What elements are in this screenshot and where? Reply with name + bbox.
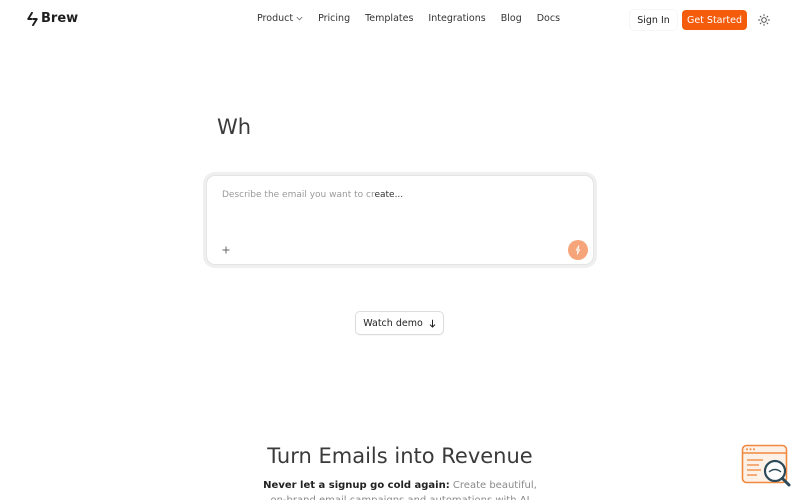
nav-item-docs[interactable]: Docs — [537, 13, 560, 24]
site-header: Brew Product Pricing Templates Integrati… — [0, 0, 800, 40]
section-description: Never let a signup go cold again: Create… — [255, 478, 545, 500]
browser-search-icon — [741, 444, 791, 487]
page: Brew Product Pricing Templates Integrati… — [0, 0, 800, 500]
theme-toggle[interactable] — [756, 12, 772, 28]
nav-item-product[interactable]: Product — [257, 13, 303, 24]
submit-prompt-button[interactable] — [568, 240, 588, 260]
prompt-box: Describe the email you want to create... — [203, 172, 597, 268]
watch-demo-button[interactable]: Watch demo — [355, 311, 444, 335]
section-title: Turn Emails into Revenue — [267, 444, 533, 468]
prompt-inner: Describe the email you want to create... — [206, 175, 594, 265]
nav-item-label: Integrations — [428, 13, 486, 24]
nav-item-label: Product — [257, 13, 294, 24]
sparkle-icon — [575, 245, 581, 255]
brew-logo-icon — [27, 11, 38, 26]
nav-item-pricing[interactable]: Pricing — [318, 13, 350, 24]
nav-item-label: Docs — [536, 13, 561, 24]
floating-search-widget[interactable] — [741, 444, 793, 490]
arrow-down-icon — [429, 319, 436, 328]
nav-item-templates[interactable]: Templates — [365, 13, 413, 24]
nav-item-blog[interactable]: Blog — [501, 13, 522, 24]
sign-in-button[interactable]: Sign In — [630, 10, 677, 30]
email-prompt-input[interactable] — [222, 190, 582, 230]
brand-name: Brew — [41, 11, 79, 26]
nav-item-label: Pricing — [318, 13, 351, 24]
hero-heading: Wh — [217, 115, 252, 139]
nav-item-label: Templates — [365, 13, 414, 24]
get-started-button[interactable]: Get Started — [682, 10, 747, 30]
nav-item-label: Blog — [500, 13, 522, 24]
watch-demo-label: Watch demo — [363, 317, 423, 329]
section-desc-strong: Never let a signup go cold again: — [263, 480, 450, 491]
attach-button[interactable] — [220, 244, 232, 256]
main-nav: Product Pricing Templates Integrations B… — [257, 13, 560, 24]
brand-logo[interactable]: Brew — [27, 11, 78, 26]
plus-icon — [222, 246, 230, 254]
nav-item-integrations[interactable]: Integrations — [428, 13, 485, 24]
sun-icon — [758, 14, 770, 26]
chevron-down-icon — [296, 16, 303, 20]
